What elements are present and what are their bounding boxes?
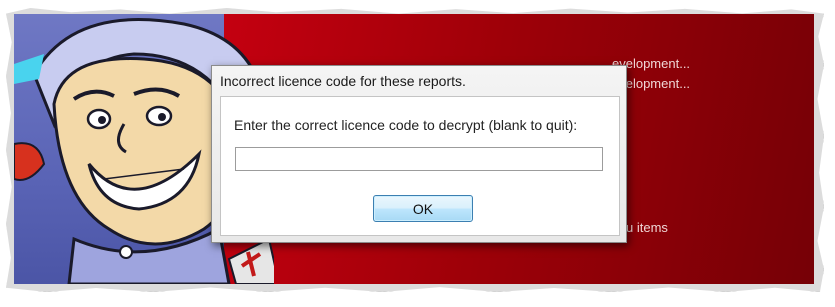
licence-code-input[interactable]	[235, 147, 603, 171]
licence-prompt-label: Enter the correct licence code to decryp…	[234, 117, 578, 133]
background-text-line: u items	[626, 220, 668, 235]
licence-code-dialog: Incorrect licence code for these reports…	[211, 65, 627, 243]
ok-button[interactable]: OK	[373, 195, 473, 222]
dialog-title: Incorrect licence code for these reports…	[220, 73, 466, 89]
dialog-content: Enter the correct licence code to decryp…	[220, 96, 620, 236]
